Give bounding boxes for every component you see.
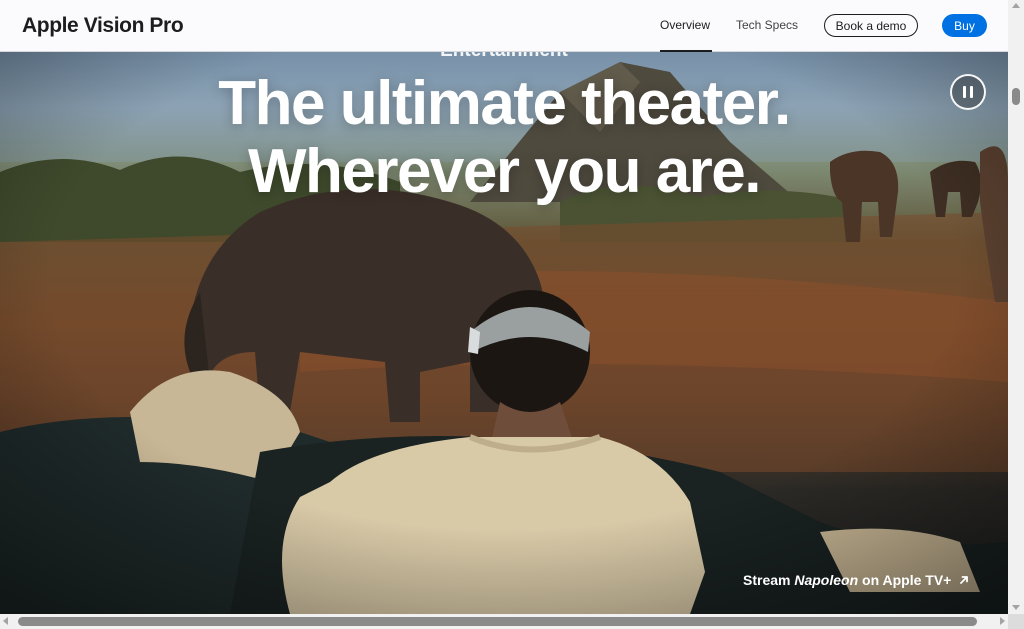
nav-link-tech-specs[interactable]: Tech Specs bbox=[736, 17, 798, 33]
hero-video: Entertainment The ultimate theater. Wher… bbox=[0, 52, 1008, 614]
hero-headline: The ultimate theater. Wherever you are. bbox=[0, 70, 1008, 206]
section-eyebrow: Entertainment bbox=[0, 52, 1008, 62]
scroll-down-arrow-icon[interactable] bbox=[1012, 605, 1020, 610]
stream-title: Napoleon bbox=[794, 572, 859, 588]
scrollbar-corner bbox=[1008, 614, 1024, 629]
headline-line-1: The ultimate theater. bbox=[218, 69, 791, 138]
product-title[interactable]: Apple Vision Pro bbox=[22, 13, 184, 39]
buy-button[interactable]: Buy bbox=[942, 14, 987, 37]
book-demo-button[interactable]: Book a demo bbox=[824, 14, 918, 37]
scroll-right-arrow-icon[interactable] bbox=[1000, 617, 1005, 625]
vertical-scroll-thumb[interactable] bbox=[1012, 88, 1020, 105]
vertical-scrollbar[interactable] bbox=[1008, 0, 1024, 614]
stream-prefix: Stream bbox=[743, 572, 795, 588]
product-nav: Apple Vision Pro Overview Tech Specs Boo… bbox=[0, 0, 1008, 52]
headline-line-2: Wherever you are. bbox=[247, 137, 762, 206]
pause-icon bbox=[963, 86, 973, 98]
nav-link-overview[interactable]: Overview bbox=[660, 17, 710, 33]
scroll-up-arrow-icon[interactable] bbox=[1012, 3, 1020, 8]
arrow-up-right-icon[interactable] bbox=[958, 574, 970, 586]
horizontal-scroll-thumb[interactable] bbox=[18, 617, 977, 626]
video-pause-button[interactable] bbox=[950, 74, 986, 110]
horizontal-scrollbar[interactable] bbox=[0, 614, 1008, 629]
active-tab-indicator bbox=[660, 50, 712, 52]
stream-suffix: on Apple TV+ bbox=[858, 572, 952, 588]
stream-napoleon-link[interactable]: Stream Napoleon on Apple TV+ bbox=[743, 572, 951, 588]
scroll-left-arrow-icon[interactable] bbox=[3, 617, 8, 625]
